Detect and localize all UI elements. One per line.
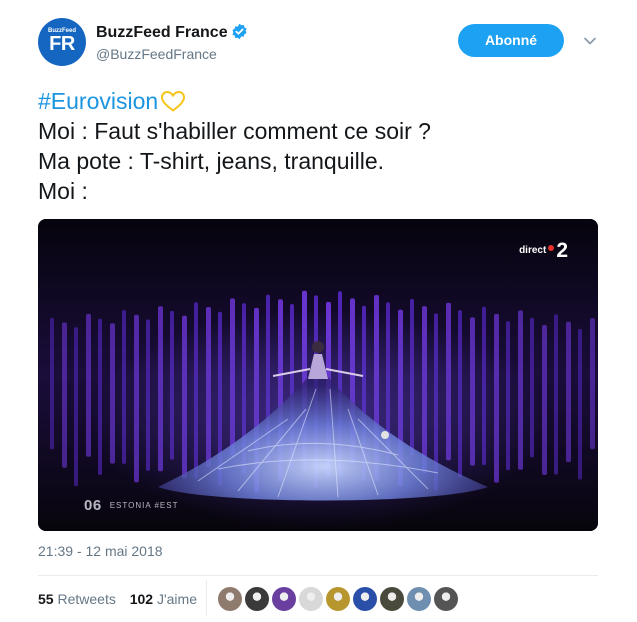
channel-number: 2 [556,239,568,262]
liker-avatar-9[interactable] [434,587,458,611]
following-button[interactable]: Abonné [458,24,564,57]
account-avatar[interactable]: BuzzFeed FR [38,18,86,66]
tweet-header: BuzzFeed FR BuzzFeed France @BuzzFeedFra… [38,12,608,72]
performer-caption: 06 ESTONIA #EST [84,497,178,515]
live-dot-icon [548,245,555,251]
retweets-count: 55 [38,591,54,607]
tweet-stats: 55 Retweets 102 J'aime [38,591,197,607]
avatar-logo-letters: FR [49,33,75,55]
tweet-line-1: Moi : Faut s'habiller comment ce soir ? [38,118,431,144]
liker-avatar-1[interactable] [218,587,242,611]
tweet-media-video[interactable]: direct 2 06 ESTONIA #EST [38,219,598,531]
liker-avatar-6[interactable] [353,587,377,611]
hashtag-link[interactable]: #Eurovision [38,88,158,114]
retweets-stat[interactable]: 55 Retweets [38,591,116,607]
stage-light-streak [566,321,571,463]
likers-avatars [218,587,461,611]
verified-badge-icon [232,23,247,40]
liker-avatar-2[interactable] [245,587,269,611]
stage-light-streak [590,318,595,450]
chevron-down-icon[interactable] [582,34,598,48]
account-name-text: BuzzFeed France [96,24,228,41]
liker-avatar-5[interactable] [326,587,350,611]
likes-label: J'aime [156,591,197,607]
account-handle[interactable]: @BuzzFeedFrance [96,46,217,62]
retweets-label: Retweets [57,591,116,607]
performer-number: 06 [84,497,102,514]
liker-avatar-3[interactable] [272,587,296,611]
performer-country: ESTONIA #EST [109,501,179,510]
yellow-heart-icon [161,90,186,112]
liker-avatar-4[interactable] [299,587,323,611]
stage-light-streak [86,313,91,457]
channel-logo: direct 2 [519,239,568,263]
tweet-timestamp[interactable]: 21:39 - 12 mai 2018 [38,543,163,559]
stage-light-streak [62,322,67,468]
stats-divider [206,580,207,616]
liker-avatar-8[interactable] [407,587,431,611]
likes-stat[interactable]: 102 J'aime [130,591,197,607]
tweet-line-hashtag: #Eurovision [38,86,598,116]
channel-label: direct [519,245,547,256]
divider [38,575,598,576]
account-name[interactable]: BuzzFeed France [96,23,248,42]
tweet-text: #Eurovision Moi : Faut s'habiller commen… [38,86,598,206]
liker-avatar-7[interactable] [380,587,404,611]
tweet-line-2: Ma pote : T-shirt, jeans, tranquille. [38,148,385,174]
stage-light-streak [578,328,582,480]
likes-count: 102 [129,591,154,607]
stage-performance-image [38,219,598,531]
stage-light-streak [554,314,558,475]
tweet-line-3: Moi : [38,178,88,204]
stage-light-streak [50,317,54,450]
stage-light-streak [74,327,78,487]
